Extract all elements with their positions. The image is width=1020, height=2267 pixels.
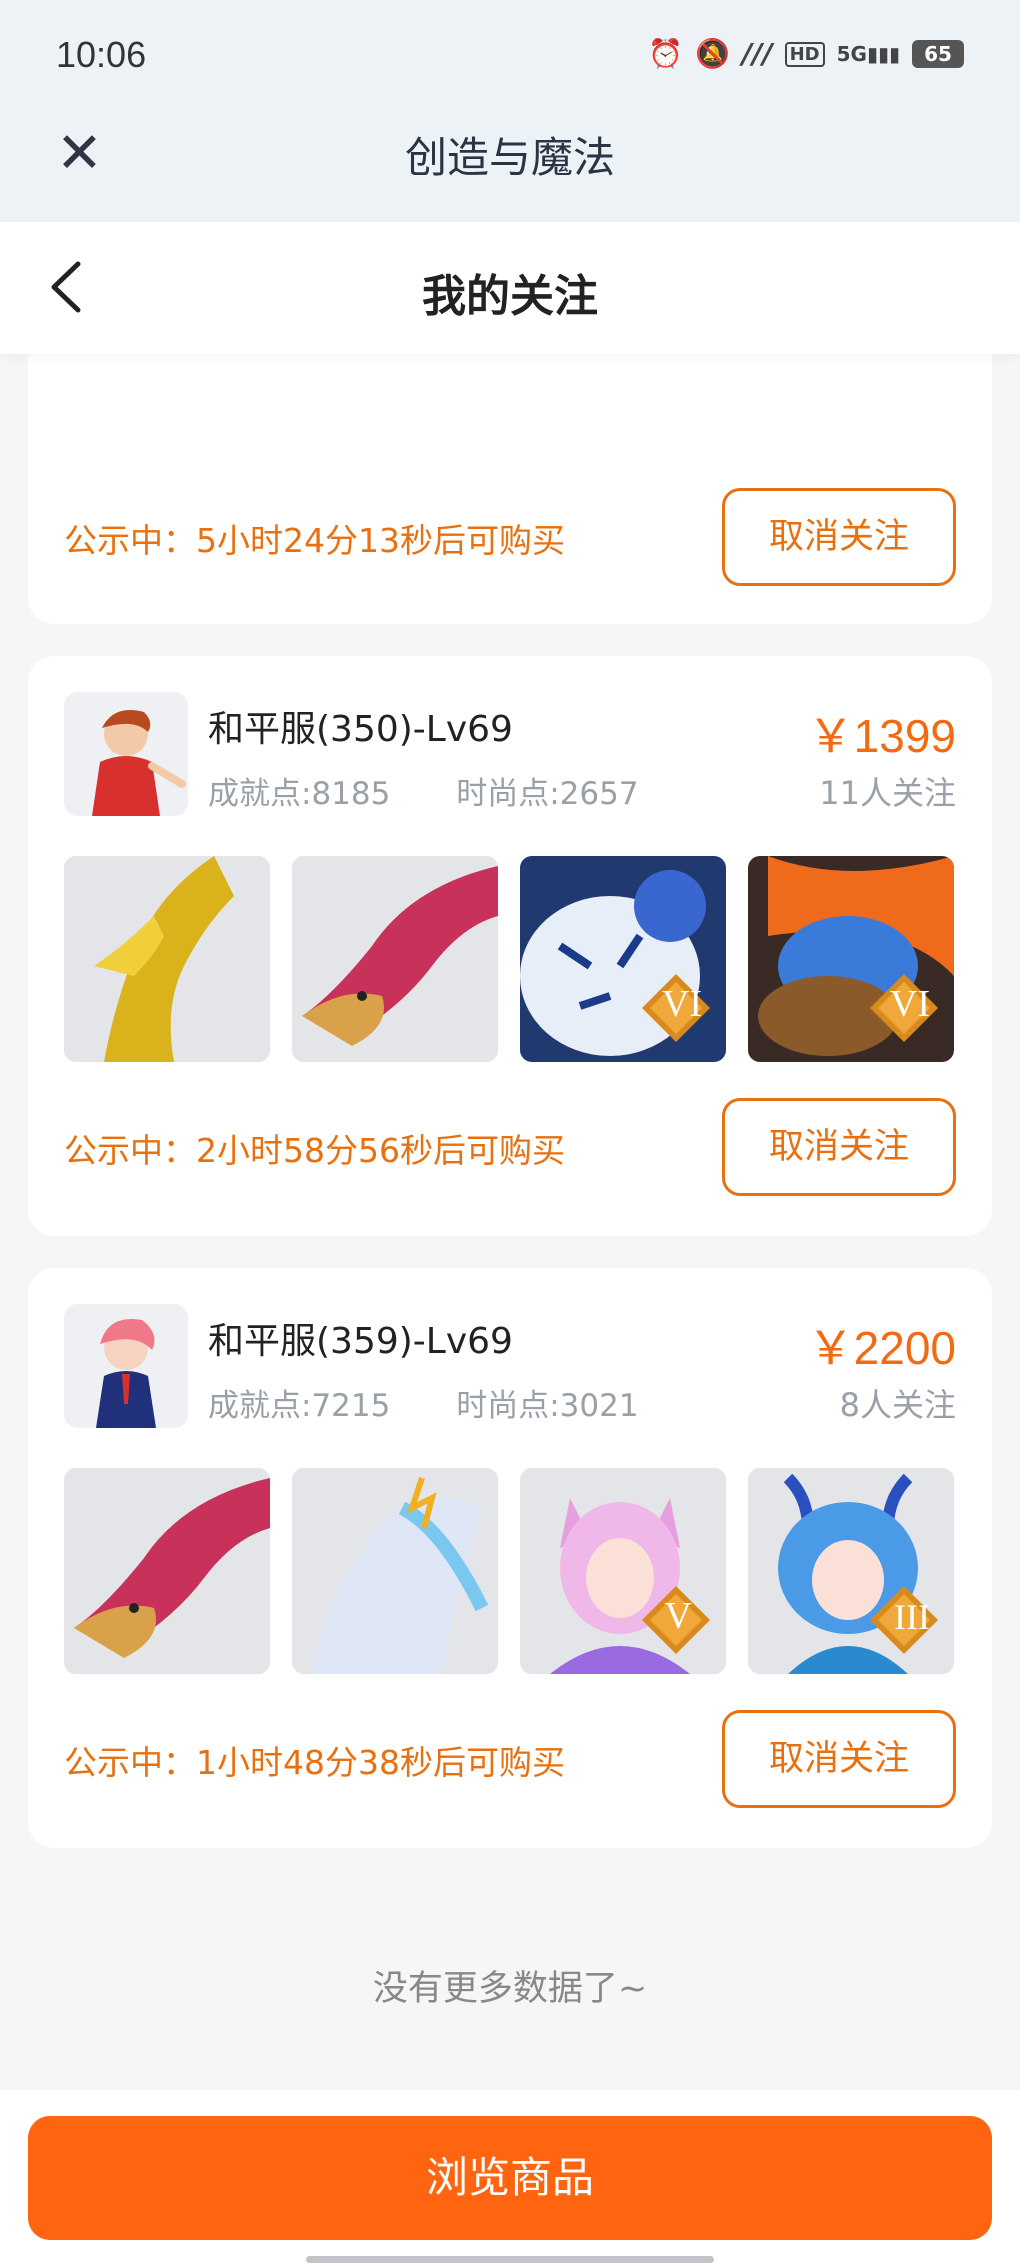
bottom-bar: 浏览商品 [0,2090,1020,2267]
tier-label: V [664,1595,692,1637]
pet-thumbnails: V III [64,1468,954,1674]
battery-level: 65 [924,42,952,66]
alarm-icon: ⏰ [648,37,684,70]
app-bar: ✕ 创造与魔法 [0,110,1020,222]
tier-label: III [894,1597,930,1637]
fashion-points: 时尚点:3021 [456,1388,639,1424]
follower-count: 11人关注 [819,774,956,812]
pink-fox-girl-icon[interactable]: V [520,1468,726,1674]
listing-card: 和平服(359)-Lv69 成就点:7215 时尚点:3021 ￥2200 8人… [28,1268,992,1848]
page-title: 我的关注 [422,271,598,322]
red-dragon-icon[interactable] [292,856,498,1062]
server-level: 和平服(350)-Lv69 [208,709,513,750]
status-time: 10:06 [56,34,147,75]
red-dragon-icon[interactable] [64,1468,270,1674]
blue-dragon-girl-icon[interactable]: III [748,1468,954,1674]
price: ￥1399 [807,710,956,762]
sale-countdown: 公示中：5小时24分13秒后可购买 [64,521,565,560]
listing-card: 和平服(350)-Lv69 成就点:8185 时尚点:2657 ￥1399 11… [28,656,992,1236]
account-stats: 成就点:7215 时尚点:3021 [208,1380,695,1425]
ice-qilin-icon[interactable] [292,1468,498,1674]
home-indicator[interactable] [306,2256,714,2263]
hd-icon: HD [784,41,825,67]
unfollow-button[interactable]: 取消关注 [722,1710,956,1808]
sale-countdown: 公示中：1小时48分38秒后可购买 [64,1743,565,1782]
character-avatar[interactable] [64,692,188,816]
fire-lion-icon[interactable]: VI [748,856,954,1062]
price: ￥2200 [807,1322,956,1374]
page-header: 我的关注 [0,222,1020,354]
mute-icon: 🔕 [695,37,730,70]
unfollow-button[interactable]: 取消关注 [722,488,956,586]
nfc-icon: /// [741,37,773,70]
unfollow-button[interactable]: 取消关注 [722,1098,956,1196]
browse-products-button[interactable]: 浏览商品 [28,2116,992,2240]
app-title: 创造与魔法 [404,133,615,182]
white-tiger-icon[interactable]: VI [520,856,726,1062]
battery-icon: 65 [912,40,964,68]
account-stats: 成就点:8185 时尚点:2657 [208,768,695,813]
tier-label: VI [661,983,702,1025]
achievement-points: 成就点:7215 [208,1388,391,1424]
status-bar: 10:06 ⏰ 🔕 /// HD 5G▮▮▮ 65 [0,0,1020,110]
signal-icon: 5G▮▮▮ [836,42,900,66]
follower-count: 8人关注 [839,1386,956,1424]
no-more-data: 没有更多数据了~ [372,1969,648,2009]
character-avatar[interactable] [64,1304,188,1428]
fashion-points: 时尚点:2657 [456,776,639,812]
status-icons: ⏰ 🔕 /// HD 5G▮▮▮ 65 [648,38,964,70]
achievement-points: 成就点:8185 [208,776,391,812]
sale-countdown: 公示中：2小时58分56秒后可购买 [64,1131,565,1170]
server-level: 和平服(359)-Lv69 [208,1321,513,1362]
tier-label: VI [889,983,930,1025]
golden-dragon-icon[interactable] [64,856,270,1062]
network-label: 5G [836,42,867,66]
pet-thumbnails: VI VI [64,856,954,1062]
